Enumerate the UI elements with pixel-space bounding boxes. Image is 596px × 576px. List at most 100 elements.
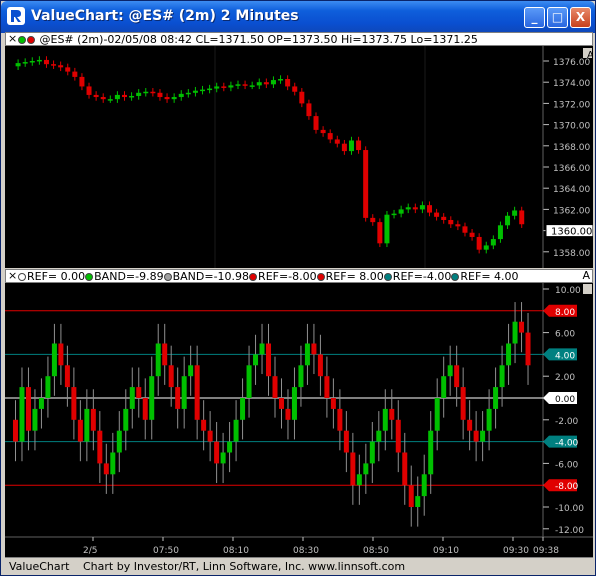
price-axis-label: 1368.00: [553, 143, 590, 153]
value-candle: [356, 474, 362, 486]
value-axis-label: -2.00: [555, 417, 579, 427]
value-candle: [285, 408, 291, 420]
price-candle: [483, 245, 489, 250]
value-candle: [486, 408, 492, 431]
value-candle: [84, 408, 90, 442]
value-panel-max-icon[interactable]: A: [582, 270, 590, 282]
price-candle: [263, 82, 269, 85]
time-axis-label: 08:50: [363, 546, 389, 556]
close-button[interactable]: X: [570, 7, 591, 28]
price-candle: [51, 64, 57, 66]
time-axis-label: 08:30: [293, 546, 319, 556]
price-candle: [15, 63, 21, 67]
value-candle: [12, 419, 18, 442]
legend-item: BAND=-9.89: [85, 270, 164, 282]
price-candle: [327, 133, 333, 140]
legend-color-icon: [316, 273, 325, 281]
time-axis-label: 09:10: [433, 546, 459, 556]
price-candle: [270, 80, 276, 85]
value-candle: [272, 376, 278, 398]
value-axis-label: 10.00: [555, 286, 581, 296]
value-candle: [51, 343, 57, 377]
value-panel-close-icon[interactable]: ×: [8, 270, 17, 282]
value-candle: [253, 354, 259, 366]
price-candle: [469, 232, 475, 237]
price-candle: [171, 97, 177, 100]
price-candle: [242, 84, 248, 86]
price-chart-svg: 1376.00 1374.00 1372.00 1370.00 1368.00 1366.…: [15, 46, 594, 280]
legend-item: REF= 8.00: [316, 270, 384, 283]
price-candle: [214, 86, 220, 89]
value-legend: REF= 0.00 BAND=-9.89 BAND=-10.98 REF=-8.00 R…: [18, 270, 519, 283]
value-candle: [227, 441, 233, 453]
value-candle: [129, 387, 135, 409]
price-candle: [427, 205, 433, 213]
value-candle: [447, 365, 453, 377]
value-axis-label: 2.00: [555, 373, 575, 383]
price-axis-label: 1372.00: [553, 100, 590, 110]
price-axis-label: 1366.00: [553, 164, 590, 174]
value-candle: [38, 398, 44, 409]
price-panel-close-icon[interactable]: ×: [8, 33, 17, 45]
price-panel-max-icon[interactable]: A: [587, 50, 594, 61]
price-candle: [490, 239, 496, 246]
legend-label: REF= 0.00: [27, 270, 86, 283]
minimize-button[interactable]: _: [524, 7, 545, 28]
maximize-button[interactable]: □: [547, 7, 568, 28]
price-candle: [419, 205, 425, 210]
price-panel-info: @ES# (2m)-02/05/08 08:42 CL=1371.50 OP=1…: [39, 33, 478, 46]
value-candle: [207, 430, 213, 442]
value-candle: [181, 376, 187, 409]
ref-value-label: -4.00: [555, 439, 579, 449]
price-candle: [505, 215, 511, 226]
legend-label: REF= 8.00: [325, 270, 384, 283]
price-candle: [22, 62, 28, 64]
value-candle: [499, 365, 505, 388]
value-candle: [103, 463, 109, 475]
legend-label: REF=-8.00: [258, 270, 317, 283]
legend-item: REF= 0.00: [18, 270, 86, 283]
price-candle: [121, 94, 127, 98]
value-candle: [415, 496, 421, 507]
app-logo-icon: [7, 7, 25, 25]
legend-item: REF=-4.00: [383, 270, 451, 282]
value-candle: [493, 387, 499, 409]
value-candle: [123, 408, 129, 431]
value-candle: [110, 452, 116, 475]
price-chart[interactable]: 1376.00 1374.00 1372.00 1370.00 1368.00 1366.…: [5, 46, 594, 280]
value-candle: [71, 387, 77, 420]
price-panel-header: × @ES# (2m)-02/05/08 08:42 CL=1371.50 OP…: [5, 32, 593, 46]
price-candle: [143, 91, 149, 94]
price-candle: [29, 61, 35, 63]
legend-color-icon: [249, 273, 258, 281]
value-axis-label: -12.00: [555, 526, 584, 536]
price-candle: [405, 207, 411, 210]
value-candle: [149, 376, 155, 420]
price-candle: [228, 85, 234, 88]
legend-label: BAND=-10.98: [172, 270, 250, 283]
value-chart[interactable]: 10.00 8.00 6.00 4.00 2.00 0.00 -2.00 -4.00 -6.00…: [5, 283, 593, 557]
price-candle: [72, 71, 78, 77]
value-candle: [97, 430, 103, 464]
title-bar[interactable]: ValueChart: @ES# (2m) 2 Minutes _ □ X: [1, 1, 595, 33]
value-candle: [512, 321, 518, 344]
price-candle: [43, 59, 49, 65]
price-candle: [278, 79, 284, 81]
legend-color-icon: [163, 273, 172, 281]
legend-color-icon: [85, 273, 94, 281]
price-candle: [334, 139, 340, 144]
price-candle: [356, 140, 362, 151]
ref-value-label: 8.00: [555, 308, 575, 318]
value-candle: [246, 365, 252, 398]
ref-value-label: -8.00: [555, 482, 579, 492]
value-candle: [330, 398, 336, 409]
price-candle: [313, 116, 319, 130]
value-candle: [304, 343, 310, 366]
price-axis-label: 1362.00: [553, 206, 590, 216]
price-candle: [107, 99, 113, 101]
value-axis-label: -10.00: [555, 504, 584, 514]
value-candle: [454, 365, 460, 388]
value-candle: [278, 398, 284, 409]
value-candle: [214, 441, 220, 464]
status-app-name: ValueChart: [9, 560, 70, 573]
